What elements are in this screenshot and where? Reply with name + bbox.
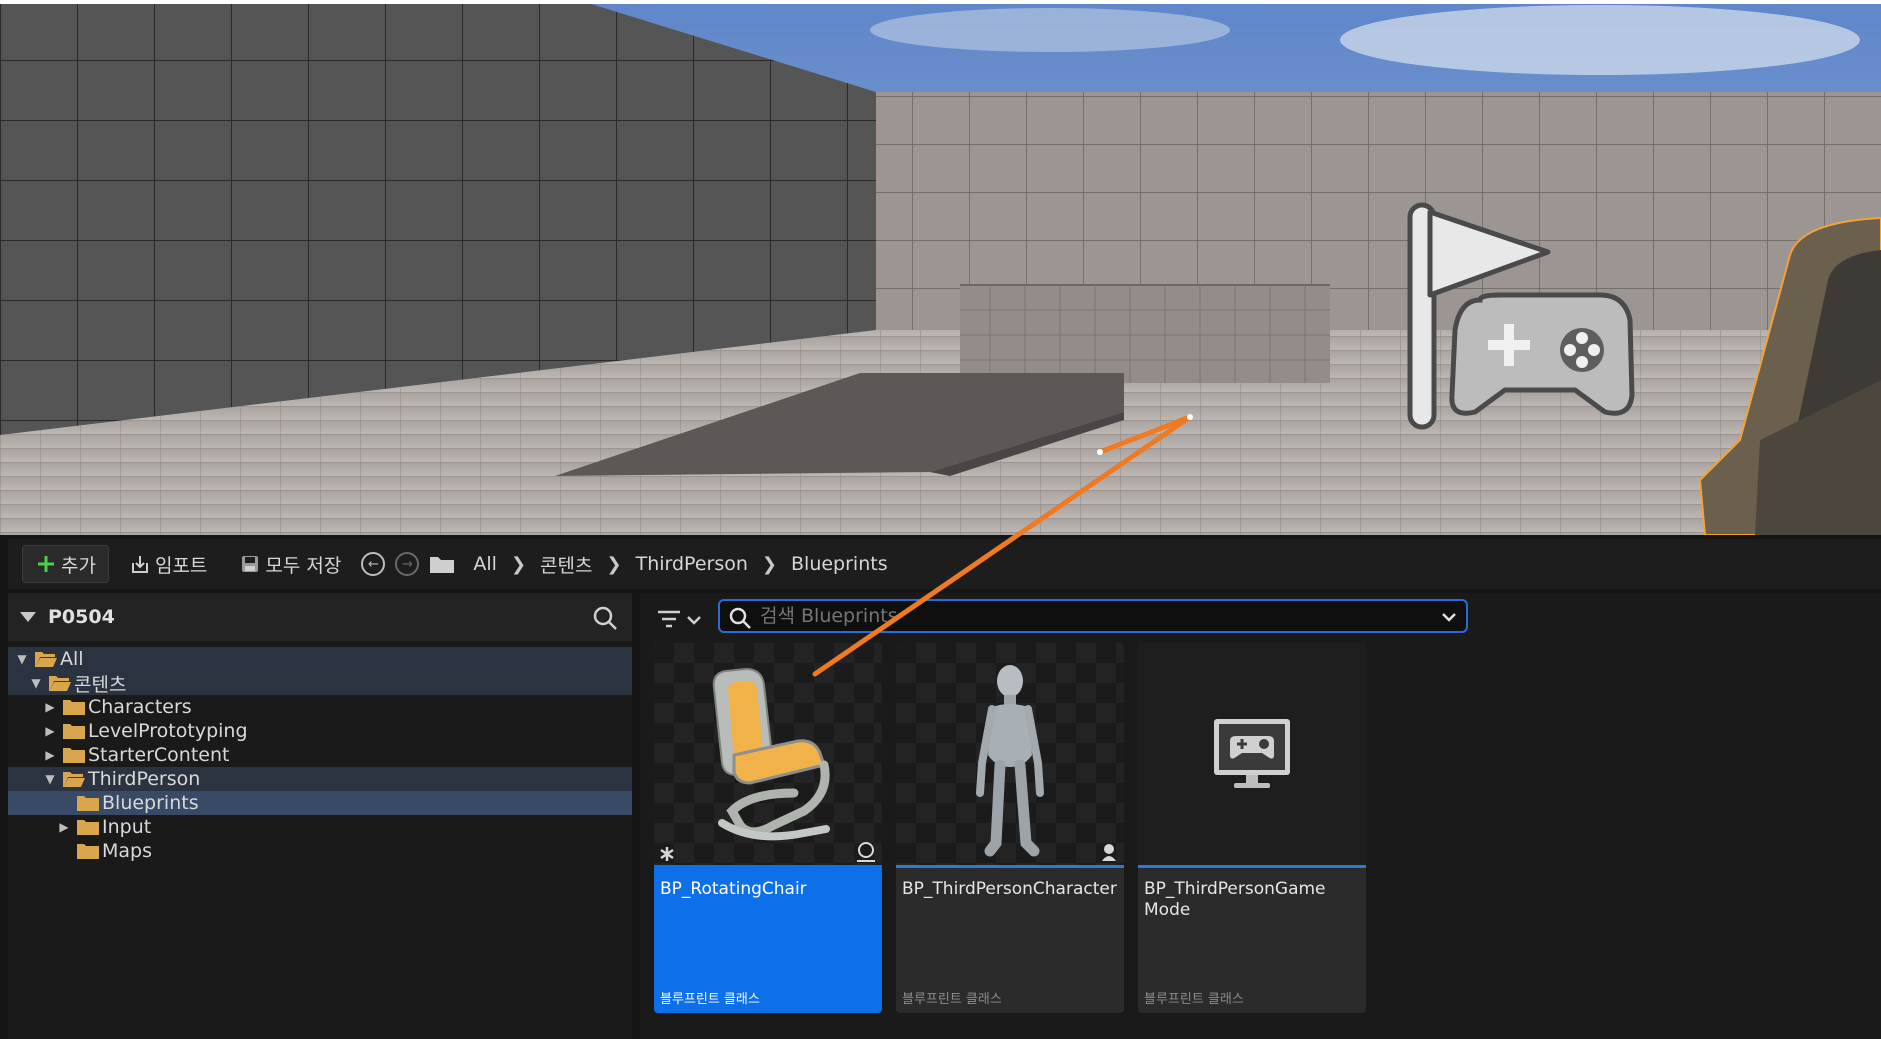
expand-down-icon[interactable]: ▼ bbox=[28, 675, 44, 691]
viewport-scene bbox=[0, 0, 1881, 535]
filter-icon bbox=[658, 610, 680, 628]
content-browser-toolbar: 추가 임포트 모두 저장 ← → All ❯ 콘텐츠 ❯ ThirdPerson… bbox=[8, 539, 1881, 589]
actor-class-icon bbox=[857, 842, 875, 862]
asset-name: BP_ThirdPersonGame Mode bbox=[1144, 879, 1326, 920]
add-button-label: 추가 bbox=[61, 554, 96, 577]
forward-button[interactable]: → bbox=[395, 552, 420, 576]
tree-item-label: ThirdPerson bbox=[88, 768, 201, 790]
level-viewport[interactable] bbox=[0, 0, 1881, 535]
sources-header[interactable]: P0504 bbox=[8, 593, 632, 641]
add-button[interactable]: 추가 bbox=[22, 545, 109, 583]
asset-tile-bp-thirdpersongamemode[interactable]: BP_ThirdPersonGame Mode 블루프린트 클래스 bbox=[1138, 643, 1366, 1013]
asset-search-box[interactable] bbox=[718, 599, 1468, 633]
save-all-button-label: 모두 저장 bbox=[265, 554, 342, 577]
asset-thumbnail bbox=[896, 643, 1124, 865]
folder-icon bbox=[77, 820, 99, 835]
asset-color-bar bbox=[1138, 865, 1366, 868]
breadcrumb: All ❯ 콘텐츠 ❯ ThirdPerson ❯ Blueprints bbox=[465, 551, 895, 578]
modified-asterisk-icon bbox=[660, 847, 674, 861]
import-button[interactable]: 임포트 bbox=[117, 545, 219, 583]
collapse-triangle-icon[interactable] bbox=[20, 612, 36, 622]
tree-item-label: Blueprints bbox=[102, 792, 199, 814]
arrow-right-icon: → bbox=[401, 556, 413, 572]
arrow-left-icon: ← bbox=[367, 556, 379, 572]
folder-icon bbox=[63, 748, 85, 763]
folder-open-icon bbox=[35, 652, 57, 667]
asset-thumbnail bbox=[1138, 643, 1366, 865]
folder-open-icon bbox=[63, 772, 85, 787]
tree-item-label: Maps bbox=[102, 840, 152, 862]
folder-icon bbox=[63, 724, 85, 739]
character-class-icon bbox=[1102, 844, 1116, 861]
import-button-label: 임포트 bbox=[154, 554, 208, 577]
folder-icon bbox=[63, 700, 85, 715]
chevron-right-icon[interactable]: ❯ bbox=[607, 554, 622, 575]
save-icon bbox=[242, 556, 259, 572]
project-name: P0504 bbox=[48, 606, 115, 628]
asset-type: 블루프린트 클래스 bbox=[660, 992, 760, 1007]
asset-name: BP_ThirdPersonCharacter bbox=[902, 879, 1117, 899]
folder-tree: ▼ All ▼ 콘텐츠 ▶ Characters ▶ LevelPrototyping ▶ Sta… bbox=[8, 641, 632, 863]
chair-thumbnail bbox=[712, 667, 830, 841]
tree-item-label: Input bbox=[102, 816, 152, 838]
chevron-right-icon[interactable]: ❯ bbox=[511, 554, 526, 575]
content-browser: 추가 임포트 모두 저장 ← → All ❯ 콘텐츠 ❯ ThirdPerson… bbox=[0, 535, 1881, 1039]
chevron-right-icon[interactable]: ❯ bbox=[762, 554, 777, 575]
expand-down-icon[interactable]: ▼ bbox=[14, 651, 30, 667]
filter-button[interactable] bbox=[656, 607, 706, 635]
folder-open-icon bbox=[49, 676, 71, 691]
tree-item-maps[interactable]: Maps bbox=[8, 839, 632, 863]
asset-color-bar bbox=[896, 865, 1124, 868]
tree-item-content[interactable]: ▼ 콘텐츠 bbox=[8, 671, 632, 696]
folder-icon[interactable] bbox=[429, 554, 455, 574]
tree-item-label: Characters bbox=[88, 696, 192, 718]
tree-item-startercontent[interactable]: ▶ StarterContent bbox=[8, 743, 632, 767]
breadcrumb-item-blueprints[interactable]: Blueprints bbox=[791, 553, 888, 575]
tree-item-label: LevelPrototyping bbox=[88, 720, 248, 742]
sources-panel: P0504 ▼ All ▼ 콘텐츠 ▶ Characters ▶ LevelPrototypi… bbox=[8, 593, 632, 1039]
asset-tile-bp-rotatingchair[interactable]: BP_RotatingChair 블루프린트 클래스 bbox=[654, 643, 882, 1013]
breadcrumb-item-content[interactable]: 콘텐츠 bbox=[540, 551, 592, 578]
tree-item-characters[interactable]: ▶ Characters bbox=[8, 695, 632, 719]
tree-item-all[interactable]: ▼ All bbox=[8, 647, 632, 671]
unreal-editor-window: 추가 임포트 모두 저장 ← → All ❯ 콘텐츠 ❯ ThirdPerson… bbox=[0, 0, 1881, 1039]
chevron-down-icon bbox=[687, 616, 701, 625]
search-icon bbox=[729, 607, 751, 629]
tree-item-levelprototyping[interactable]: ▶ LevelPrototyping bbox=[8, 719, 632, 743]
asset-name: BP_RotatingChair bbox=[660, 879, 807, 899]
expand-down-icon[interactable]: ▼ bbox=[42, 771, 58, 787]
import-icon bbox=[131, 556, 148, 573]
asset-thumbnail bbox=[654, 643, 882, 865]
expand-right-icon[interactable]: ▶ bbox=[56, 819, 72, 835]
folder-icon bbox=[77, 844, 99, 859]
back-button[interactable]: ← bbox=[361, 552, 386, 576]
asset-type: 블루프린트 클래스 bbox=[902, 992, 1002, 1007]
breadcrumb-item-thirdperson[interactable]: ThirdPerson bbox=[636, 553, 748, 575]
asset-search-input[interactable] bbox=[760, 605, 1400, 627]
save-all-button[interactable]: 모두 저장 bbox=[227, 545, 353, 583]
tree-item-input[interactable]: ▶ Input bbox=[8, 815, 632, 839]
game-mode-icon bbox=[1214, 719, 1290, 788]
tree-item-label: All bbox=[60, 648, 84, 670]
tree-item-label: StarterContent bbox=[88, 744, 230, 766]
tree-item-label: 콘텐츠 bbox=[74, 673, 127, 696]
tree-item-blueprints[interactable]: Blueprints bbox=[8, 791, 632, 815]
asset-view: BP_RotatingChair 블루프린트 클래스 bbox=[640, 593, 1881, 1039]
expand-right-icon[interactable]: ▶ bbox=[42, 723, 58, 739]
folder-icon bbox=[77, 796, 99, 811]
mannequin-thumbnail bbox=[976, 665, 1044, 857]
asset-tile-bp-thirdpersoncharacter[interactable]: BP_ThirdPersonCharacter 블루프린트 클래스 bbox=[896, 643, 1124, 1013]
plus-icon bbox=[38, 556, 54, 572]
chevron-down-icon[interactable] bbox=[1440, 608, 1458, 626]
expand-right-icon[interactable]: ▶ bbox=[42, 747, 58, 763]
expand-right-icon[interactable]: ▶ bbox=[42, 699, 58, 715]
tree-item-thirdperson[interactable]: ▼ ThirdPerson bbox=[8, 767, 632, 791]
asset-type: 블루프린트 클래스 bbox=[1144, 992, 1244, 1007]
search-icon[interactable] bbox=[592, 605, 618, 631]
breadcrumb-item-all[interactable]: All bbox=[473, 553, 497, 575]
